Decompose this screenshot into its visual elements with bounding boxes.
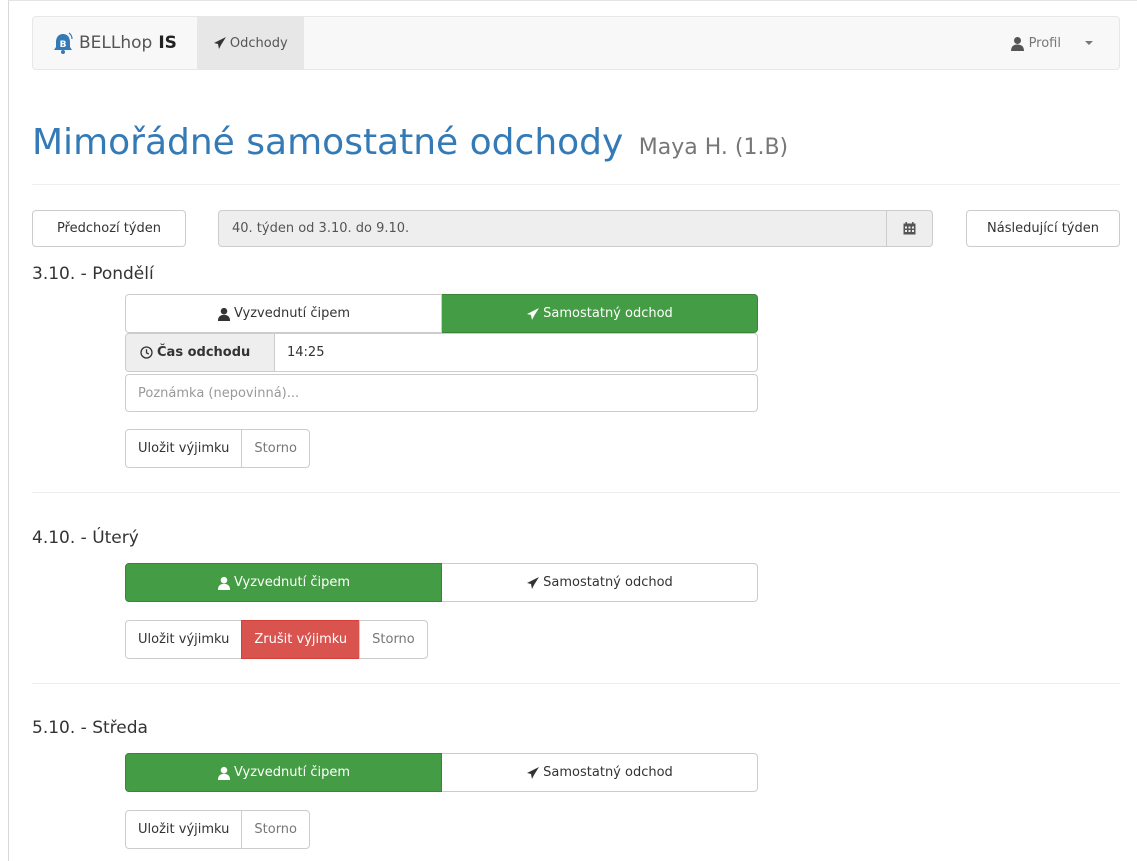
- departure-time-input[interactable]: [275, 333, 758, 372]
- user-icon: [217, 576, 231, 590]
- day-title: 3.10. - Pondělí: [32, 264, 154, 284]
- mode-toggle: Vyzvednutí čipem Samostatný odchod: [125, 753, 758, 792]
- caret-down-icon: [1085, 41, 1093, 45]
- cancel-button[interactable]: Storno: [241, 429, 311, 468]
- navbar: B BELLhop IS Odchody Profil: [32, 16, 1120, 70]
- bell-icon: B: [54, 32, 73, 54]
- page-title-text: Mimořádné samostatné odchody: [32, 122, 624, 163]
- option-self-label: Samostatný odchod: [543, 575, 673, 590]
- cancel-button[interactable]: Storno: [359, 620, 428, 659]
- option-chip-pickup[interactable]: Vyzvednutí čipem: [125, 753, 442, 792]
- delete-exception-button[interactable]: Zrušit výjimku: [241, 620, 361, 659]
- time-label-text: Čas odchodu: [157, 345, 251, 360]
- option-self-departure[interactable]: Samostatný odchod: [442, 563, 758, 602]
- paper-plane-icon: [527, 576, 540, 589]
- next-week-button[interactable]: Následující týden: [966, 210, 1120, 247]
- option-self-departure[interactable]: Samostatný odchod: [442, 294, 758, 333]
- svg-text:B: B: [60, 40, 67, 50]
- user-icon: [217, 307, 231, 321]
- page-title: Mimořádné samostatné odchody Maya H. (1.…: [32, 122, 788, 163]
- option-chip-pickup[interactable]: Vyzvednutí čipem: [125, 563, 442, 602]
- day-actions: Uložit výjimku Storno: [125, 429, 311, 468]
- option-chip-pickup[interactable]: Vyzvednutí čipem: [125, 294, 442, 333]
- save-exception-button[interactable]: Uložit výjimku: [125, 620, 243, 659]
- brand-text: BELLhop: [79, 33, 153, 53]
- option-self-departure[interactable]: Samostatný odchod: [442, 753, 758, 792]
- brand-suffix: IS: [158, 33, 177, 53]
- calendar-button[interactable]: [886, 210, 933, 247]
- divider: [32, 492, 1120, 493]
- nav-odchody-label: Odchody: [229, 35, 288, 51]
- option-chip-label: Vyzvednutí čipem: [234, 575, 350, 590]
- mode-toggle: Vyzvednutí čipem Samostatný odchod: [125, 294, 758, 333]
- option-self-label: Samostatný odchod: [543, 765, 673, 780]
- profile-dropdown[interactable]: Profil: [1000, 17, 1119, 69]
- previous-week-button[interactable]: Předchozí týden: [32, 210, 186, 247]
- divider: [32, 184, 1120, 185]
- student-name: Maya H. (1.B): [638, 135, 789, 160]
- divider: [32, 683, 1120, 684]
- profile-label: Profil: [1028, 35, 1061, 51]
- nav-odchody[interactable]: Odchody: [196, 17, 304, 69]
- user-icon: [1010, 36, 1024, 51]
- user-icon: [217, 766, 231, 780]
- save-exception-button[interactable]: Uložit výjimku: [125, 810, 243, 849]
- save-exception-button[interactable]: Uložit výjimku: [125, 429, 243, 468]
- time-label: Čas odchodu: [125, 333, 275, 372]
- option-chip-label: Vyzvednutí čipem: [234, 306, 350, 321]
- paper-plane-icon: [527, 766, 540, 779]
- mode-toggle: Vyzvednutí čipem Samostatný odchod: [125, 563, 758, 602]
- day-actions: Uložit výjimku Storno: [125, 810, 311, 849]
- brand-link[interactable]: B BELLhop IS: [33, 17, 197, 69]
- note-input[interactable]: [125, 374, 758, 412]
- paper-plane-icon: [213, 37, 226, 49]
- week-range-field[interactable]: 40. týden od 3.10. do 9.10.: [218, 210, 887, 247]
- day-title: 5.10. - Středa: [32, 718, 148, 738]
- cancel-button[interactable]: Storno: [241, 810, 311, 849]
- day-actions: Uložit výjimku Zrušit výjimku Storno: [125, 620, 428, 659]
- calendar-icon: [903, 222, 916, 235]
- day-title: 4.10. - Úterý: [32, 528, 139, 548]
- departure-time-group: Čas odchodu: [125, 333, 758, 372]
- option-chip-label: Vyzvednutí čipem: [234, 765, 350, 780]
- paper-plane-icon: [527, 307, 540, 320]
- option-self-label: Samostatný odchod: [543, 306, 673, 321]
- clock-icon: [140, 346, 153, 359]
